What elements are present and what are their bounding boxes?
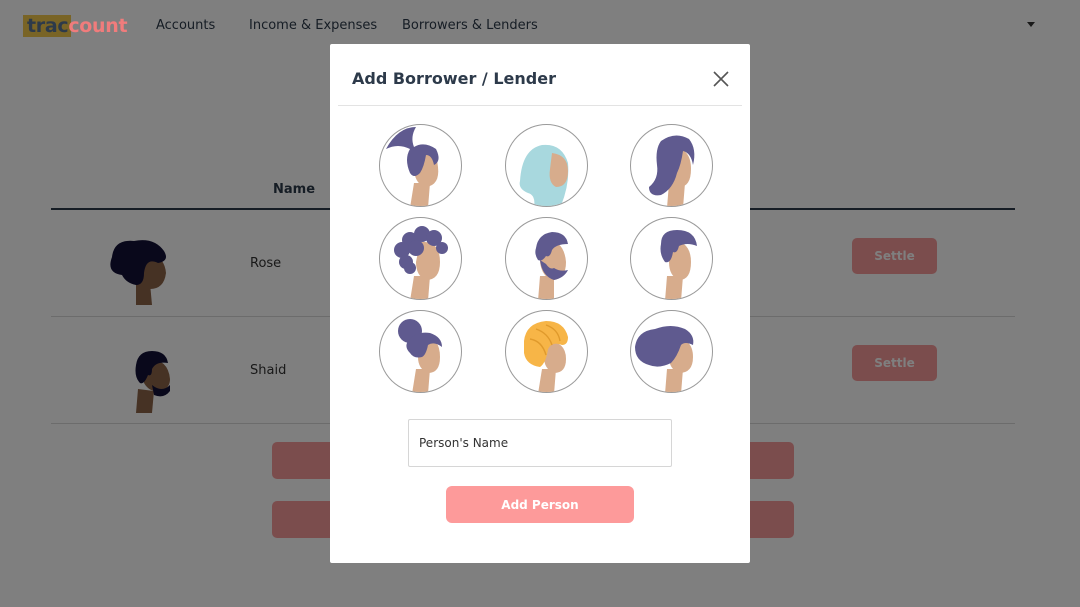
- logo-text-part1: trac: [27, 15, 69, 37]
- avatar-option-bun-hair-woman[interactable]: [379, 310, 462, 393]
- avatar-option-bearded-man[interactable]: [505, 217, 588, 300]
- logo-text-part2: count: [68, 15, 128, 37]
- add-person-modal: Add Borrower / Lender Person's Name Add …: [330, 44, 750, 563]
- modal-header-divider: [338, 105, 742, 106]
- app-logo[interactable]: traccount: [23, 13, 131, 39]
- modal-title: Add Borrower / Lender: [352, 69, 556, 88]
- person-name-input[interactable]: [408, 419, 672, 467]
- avatar-option-short-hair-man[interactable]: [630, 217, 713, 300]
- avatar-option-long-hair-woman[interactable]: [630, 124, 713, 207]
- avatar-option-wavy-hair-woman[interactable]: [630, 310, 713, 393]
- avatar-option-curly-hair-person[interactable]: [379, 217, 462, 300]
- avatar-option-turban-person[interactable]: [505, 310, 588, 393]
- close-icon[interactable]: [712, 70, 730, 88]
- avatar-option-ponytail-woman[interactable]: [379, 124, 462, 207]
- avatar-option-hijab-woman[interactable]: [505, 124, 588, 207]
- add-person-button[interactable]: Add Person: [446, 486, 634, 523]
